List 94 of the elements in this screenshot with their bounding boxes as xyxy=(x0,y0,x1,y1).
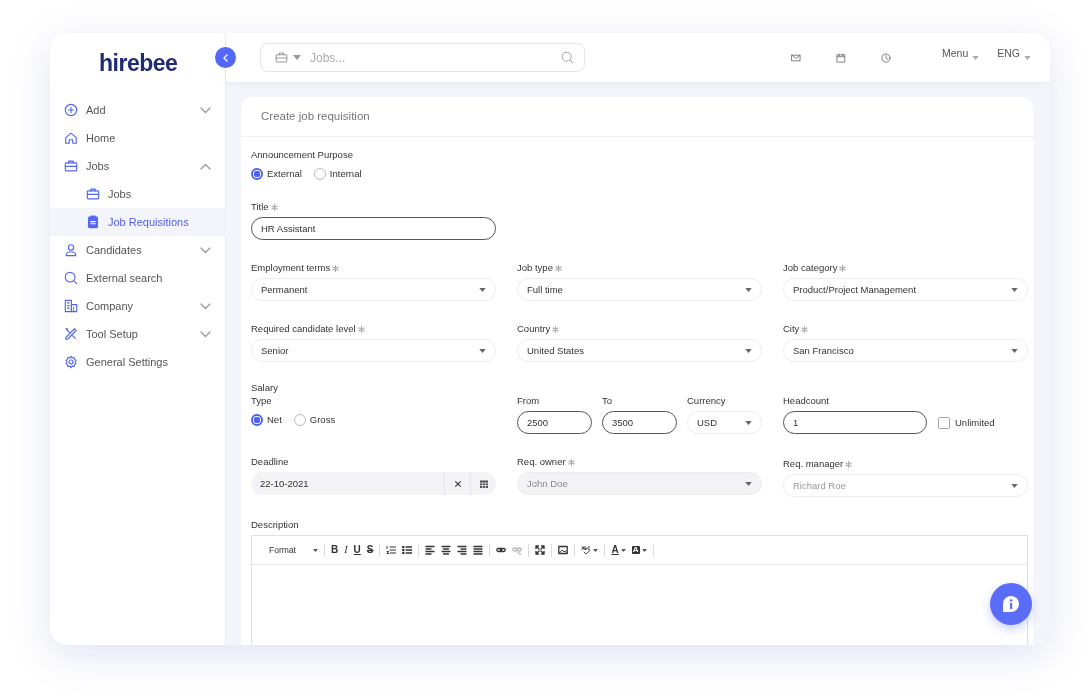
caret-down-icon xyxy=(1011,287,1018,292)
field-label: Headcount xyxy=(783,395,829,408)
briefcase-icon xyxy=(86,187,100,201)
field-label: Req. manager xyxy=(783,458,844,471)
radio-button[interactable] xyxy=(251,414,263,427)
caret-down-icon xyxy=(293,55,301,60)
field-label: Required candidate level xyxy=(251,323,356,336)
sidebar-subitem[interactable]: Jobs xyxy=(50,180,225,208)
card-title: Create job requisition xyxy=(241,97,1033,137)
background-color-tool[interactable]: A xyxy=(628,542,650,559)
dropdown-menu-button[interactable]: ENG xyxy=(997,45,1032,62)
field-label: Title xyxy=(251,201,269,214)
person-icon xyxy=(64,243,78,257)
field-label: Employment terms xyxy=(251,262,331,275)
text-color-tool[interactable]: A xyxy=(608,542,629,559)
align-center-icon xyxy=(441,545,452,556)
close-icon xyxy=(453,479,462,488)
building-icon xyxy=(64,299,78,313)
field-label: Currency xyxy=(687,395,726,408)
field-label: Announcement Purpose xyxy=(251,149,353,161)
radio-label: External xyxy=(267,167,302,181)
caret-down-icon xyxy=(313,548,318,552)
sidebar-item[interactable]: Home xyxy=(50,124,225,152)
caret-down-icon xyxy=(745,420,752,425)
field-label: Country xyxy=(517,323,551,336)
sidebar-subitem[interactable]: Job Requisitions xyxy=(50,208,225,236)
bullet-list-icon xyxy=(402,545,413,556)
section-label: Salary xyxy=(251,382,278,395)
field-label: Deadline xyxy=(251,456,289,469)
maximize-icon xyxy=(535,545,546,556)
caret-down-icon xyxy=(641,548,647,552)
sidebar-item[interactable]: Add xyxy=(50,96,225,124)
caret-down-icon xyxy=(745,287,752,292)
justify-icon xyxy=(473,545,484,556)
ordered-list-icon xyxy=(386,545,397,556)
search-icon xyxy=(561,51,574,64)
sidebar-item[interactable]: External search xyxy=(50,264,225,292)
image-icon xyxy=(558,545,569,556)
caret-down-icon xyxy=(1011,483,1018,488)
caret-down-icon xyxy=(1024,55,1032,60)
briefcase-icon xyxy=(275,51,288,64)
clock-icon xyxy=(881,52,891,63)
radio-button[interactable] xyxy=(251,168,263,181)
strike-tool[interactable]: S xyxy=(363,542,377,559)
sidebar-item[interactable]: Company xyxy=(50,292,225,320)
field-label: Job type xyxy=(517,262,553,275)
field-label: Job category xyxy=(783,262,838,275)
field-label: To xyxy=(602,395,613,408)
caret-down-icon xyxy=(593,548,599,552)
home-icon xyxy=(64,131,78,145)
sidebar-item[interactable]: Jobs xyxy=(50,152,225,180)
caret-down-icon xyxy=(745,348,752,353)
spellcheck-icon xyxy=(581,545,592,556)
dropdown-menu-button[interactable]: Menu xyxy=(942,45,980,62)
italic-tool[interactable]: I xyxy=(341,542,351,559)
align-right-icon xyxy=(457,545,468,556)
bold-tool[interactable]: B xyxy=(328,542,342,559)
unlink-icon xyxy=(512,545,523,556)
underline-tool[interactable]: U xyxy=(350,542,364,559)
caret-down-icon xyxy=(479,348,486,353)
radio-label: Gross xyxy=(309,413,336,428)
caret-down-icon xyxy=(745,481,752,486)
sidebar-item[interactable]: General Settings xyxy=(50,348,225,376)
briefcase-icon xyxy=(64,159,78,173)
field-label: Req. owner xyxy=(517,456,566,469)
plus-circle-icon xyxy=(64,103,78,117)
sidebar-item[interactable]: Tool Setup xyxy=(50,320,225,348)
calendar-button[interactable] xyxy=(470,472,496,496)
date-field[interactable]: 22-10-2021 xyxy=(251,472,444,496)
caret-down-icon xyxy=(972,55,980,60)
select-field: John Doe xyxy=(517,472,762,496)
checkbox-label: Unlimited xyxy=(955,415,995,430)
clipboard-icon xyxy=(86,215,100,229)
calendar-icon xyxy=(836,52,846,63)
field-label: City xyxy=(783,323,800,336)
field-label: From xyxy=(517,395,540,408)
checkbox[interactable] xyxy=(938,416,950,429)
caret-down-icon xyxy=(479,287,486,292)
radio-label: Net xyxy=(267,413,282,428)
align-left-icon xyxy=(425,545,436,556)
caret-down-icon xyxy=(620,548,626,552)
sidebar-item[interactable]: Candidates xyxy=(50,236,225,264)
gear-icon xyxy=(64,355,78,369)
mail-icon xyxy=(791,52,801,63)
caret-down-icon xyxy=(1011,348,1018,353)
tools-icon xyxy=(64,327,78,341)
info-bubble-icon xyxy=(1001,594,1021,614)
radio-label: Internal xyxy=(329,167,362,181)
field-label: Type xyxy=(251,395,272,408)
search-icon xyxy=(64,271,78,285)
field-label: Description xyxy=(251,519,299,532)
format-tool[interactable]: Format xyxy=(263,542,321,559)
calendar-icon xyxy=(478,478,489,489)
logo-text: hirebee xyxy=(99,48,178,78)
